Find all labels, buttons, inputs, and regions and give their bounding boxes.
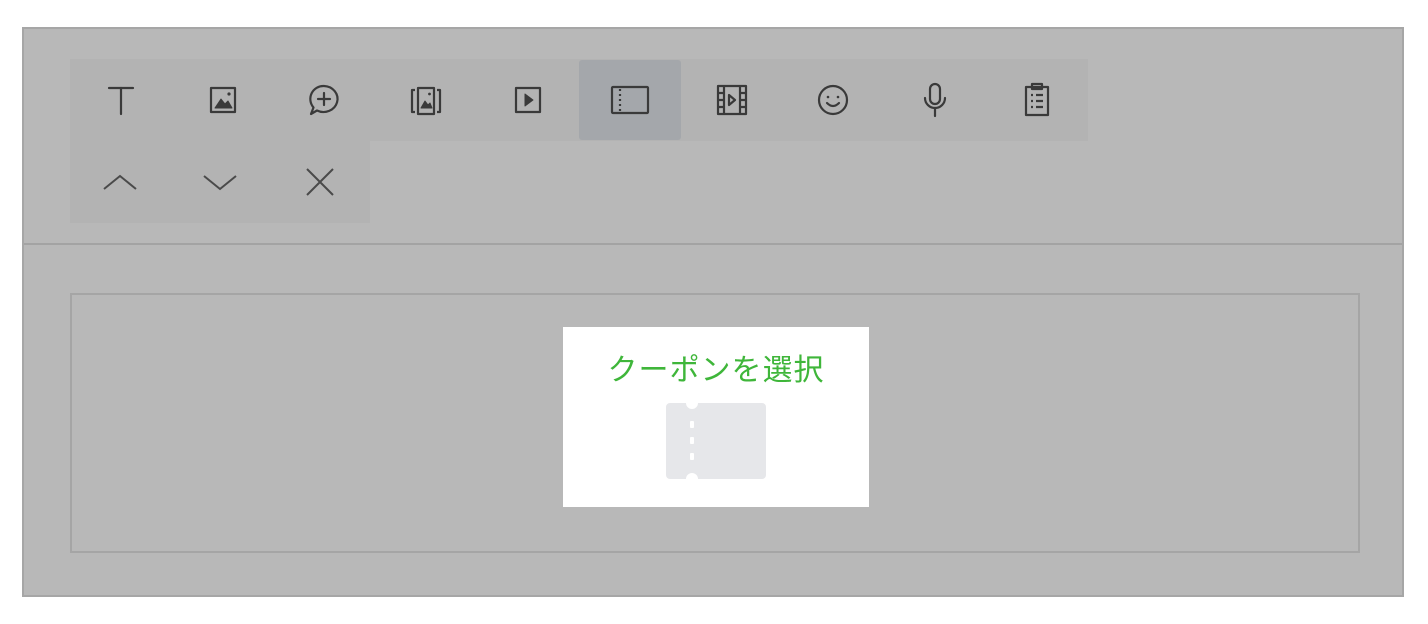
toolbar-secondary <box>70 141 370 223</box>
play-icon <box>514 86 542 114</box>
clipboard-icon <box>1024 82 1050 117</box>
microphone-icon <box>924 82 947 118</box>
text-tool-button[interactable] <box>70 60 172 140</box>
chevron-up-icon <box>103 174 137 190</box>
text-icon <box>107 86 134 116</box>
emoji-tool-button[interactable] <box>783 60 885 140</box>
video-tool-button[interactable] <box>477 60 579 140</box>
chevron-down-icon <box>203 175 237 191</box>
plus-speech-bubble-icon <box>309 84 340 116</box>
move-up-button[interactable] <box>70 142 170 222</box>
image-carousel-icon <box>411 86 442 116</box>
message-content-area: クーポンを選択 <box>70 293 1360 553</box>
image-tool-button[interactable] <box>172 60 274 140</box>
delete-button[interactable] <box>270 142 370 222</box>
select-coupon-label: クーポンを選択 <box>607 353 825 388</box>
coupon-placeholder-icon <box>666 403 766 479</box>
sticker-tool-button[interactable] <box>274 60 376 140</box>
film-icon <box>716 84 747 116</box>
move-down-button[interactable] <box>170 142 270 222</box>
toolbar-primary <box>70 59 1088 141</box>
image-carousel-tool-button[interactable] <box>375 60 477 140</box>
toolbar-area <box>24 29 1402 245</box>
voice-tool-button[interactable] <box>884 60 986 140</box>
image-icon <box>209 86 236 114</box>
movie-tool-button[interactable] <box>681 60 783 140</box>
close-icon <box>306 168 334 196</box>
coupon-tool-button[interactable] <box>578 60 681 140</box>
message-editor: クーポンを選択 <box>22 27 1404 597</box>
smiley-icon <box>818 84 849 116</box>
coupon-icon <box>610 85 649 115</box>
select-coupon-card[interactable]: クーポンを選択 <box>563 327 869 507</box>
survey-tool-button[interactable] <box>986 60 1088 140</box>
